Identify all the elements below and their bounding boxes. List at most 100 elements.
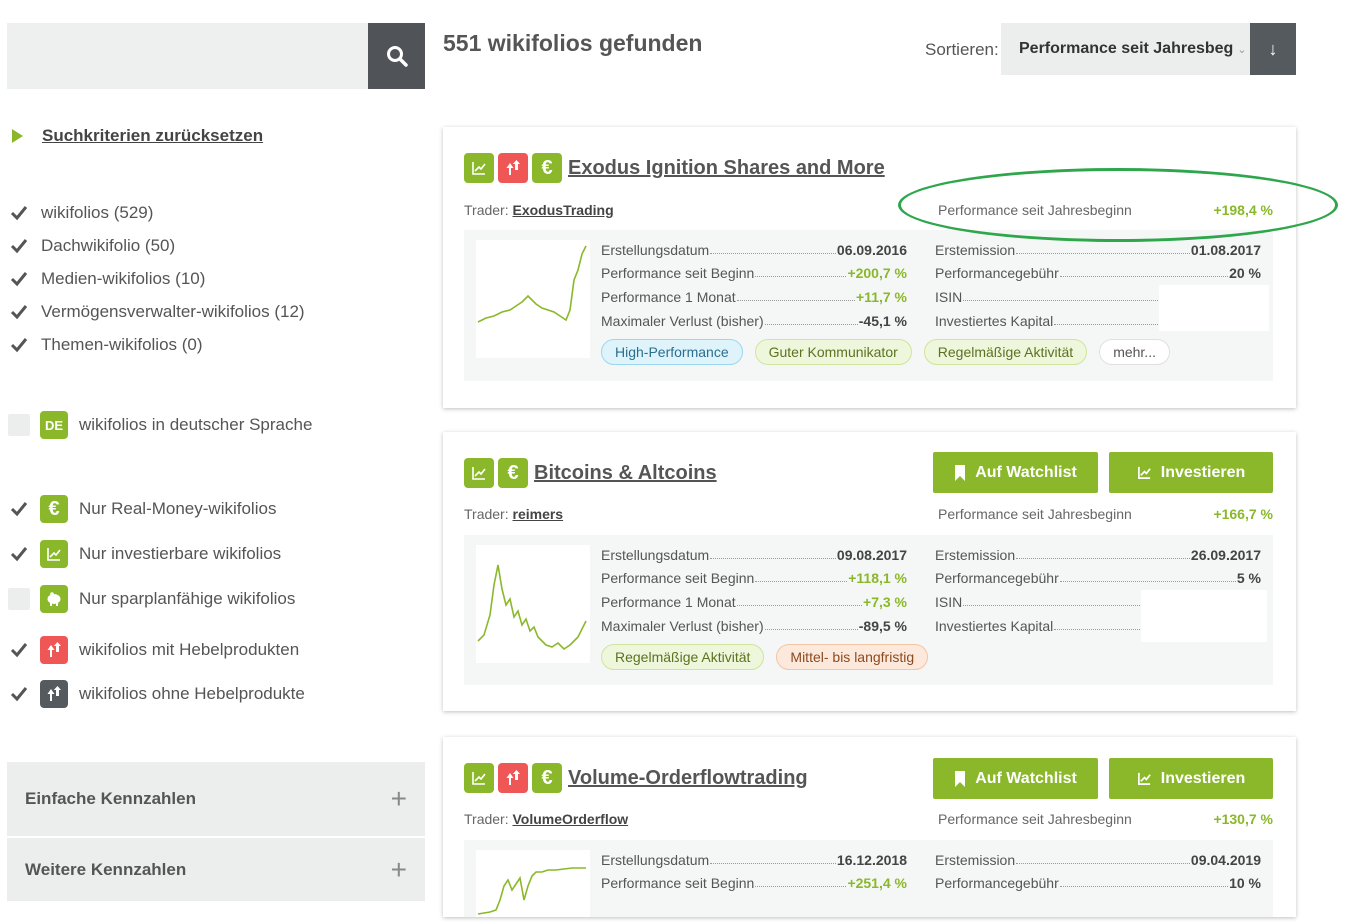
filter-checkbox[interactable] [8,414,30,436]
accordion-label: Einfache Kennzahlen [25,789,196,808]
invest-button[interactable]: Investieren [1109,758,1273,799]
sort-direction-button[interactable]: ↓ [1250,23,1296,75]
euro-icon: € [532,763,562,793]
piggy-bank-icon [40,585,68,613]
row-value: 06.09.2016 [836,242,907,258]
tag[interactable]: Guter Kommunikator [754,339,912,365]
row-created: Erstellungsdatum 16.12.2018 [601,852,907,868]
row-max-loss: Maximaler Verlust (bisher) -45,1 % [601,313,907,329]
row-perf-since-start: Performance seit Beginn +251,4 % [601,875,907,891]
reset-criteria-link[interactable]: Suchkriterien zurücksetzen [12,126,263,146]
wikifolio-card: € Volume-Orderflowtrading Auf Watchlist … [443,737,1296,917]
row-label: Performance seit Beginn [601,265,755,281]
filter-language[interactable]: DE wikifolios in deutscher Sprache [8,411,312,439]
tag[interactable]: High-Performance [601,339,743,365]
euro-icon: € [40,495,68,523]
category-medien[interactable]: Medien-wikifolios (10) [8,268,205,290]
investable-chart-icon [464,763,494,793]
invest-label: Investieren [1160,769,1246,787]
filter-real-money[interactable]: € Nur Real-Money-wikifolios [8,495,276,523]
filter-with-leverage[interactable]: wikifolios mit Hebelprodukten [8,636,299,664]
search-input[interactable] [7,23,368,89]
wikifolio-card: € Bitcoins & Altcoins Auf Watchlist Inve… [443,432,1296,711]
perf-ytd-label: Performance seit Jahresbeginn [938,506,1132,522]
checkmark-icon[interactable] [8,683,30,705]
checkmark-icon[interactable] [8,301,30,323]
tag[interactable]: Regelmäßige Aktivität [601,644,765,670]
invest-label: Investieren [1160,463,1246,481]
checkmark-icon[interactable] [8,202,30,224]
category-label: Dachwikifolio (50) [41,236,176,255]
row-label: Performancegebühr [935,875,1059,891]
category-themen[interactable]: Themen-wikifolios (0) [8,334,203,356]
row-fee: Performancegebühr 5 % [935,570,1261,586]
card-title-link[interactable]: Volume-Orderflowtrading [568,767,808,790]
trader-link[interactable]: VolumeOrderflow [513,811,629,827]
row-value: +118,1 % [848,570,907,586]
checkmark-icon[interactable] [8,235,30,257]
row-value: 20 % [1229,265,1261,281]
invest-button[interactable]: Investieren [1109,452,1273,493]
row-perf-since-start: Performance seit Beginn +118,1 % [601,570,907,586]
row-value: 26.09.2017 [1190,547,1261,563]
category-vermoegensverwalter[interactable]: Vermögensverwalter-wikifolios (12) [8,301,305,323]
perf-ytd-value: +130,7 % [1213,811,1273,827]
row-value: 01.08.2017 [1190,242,1261,258]
category-label: Vermögensverwalter-wikifolios (12) [41,302,305,321]
filter-label: wikifolios mit Hebelprodukten [79,640,300,659]
row-capital: Investiertes Kapital [935,313,1159,329]
row-issue: Erstemission 09.04.2019 [935,852,1261,868]
filter-investable[interactable]: Nur investierbare wikifolios [8,540,281,568]
trader-link[interactable]: ExodusTrading [513,202,614,218]
row-label: ISIN [935,594,963,610]
row-label: Performance seit Beginn [601,875,755,891]
sort-select-value: Performance seit Jahresbeg [1019,40,1234,57]
trader-line: Trader: ExodusTrading [464,202,614,218]
row-value: -45,1 % [858,313,907,329]
redacted-box [1141,590,1267,642]
checkmark-icon[interactable] [8,543,30,565]
add-to-watchlist-button[interactable]: Auf Watchlist [933,758,1098,799]
leverage-arrows-icon [40,636,68,664]
row-perf-since-start: Performance seit Beginn +200,7 % [601,265,907,281]
reset-criteria-label: Suchkriterien zurücksetzen [42,126,264,145]
row-label: Maximaler Verlust (bisher) [601,618,764,634]
checkmark-icon[interactable] [8,498,30,520]
card-title-link[interactable]: Exodus Ignition Shares and More [568,157,885,180]
row-label: Erstellungsdatum [601,852,710,868]
row-value: 10 % [1229,875,1261,891]
row-label: Maximaler Verlust (bisher) [601,313,764,329]
filter-checkbox[interactable] [8,588,30,610]
row-value: -89,5 % [858,618,907,634]
watchlist-label: Auf Watchlist [975,769,1077,787]
checkmark-icon[interactable] [8,334,30,356]
trader-prefix: Trader: [464,811,509,827]
investable-chart-icon [1137,466,1151,479]
accordion-more-metrics[interactable]: Weitere Kennzahlen + [7,838,425,901]
add-to-watchlist-button[interactable]: Auf Watchlist [933,452,1098,493]
filter-savings-plan[interactable]: Nur sparplanfähige wikifolios [8,585,295,613]
investable-chart-icon [464,458,494,488]
category-label: wikifolios (529) [41,203,154,222]
search-button[interactable] [368,23,425,89]
plus-icon: + [390,783,407,814]
trader-prefix: Trader: [464,506,509,522]
filter-without-leverage[interactable]: wikifolios ohne Hebelprodukte [8,680,305,708]
trader-link[interactable]: reimers [513,506,564,522]
sort-select[interactable]: Performance seit Jahresbeg ⌄ [1001,23,1250,75]
arrow-down-icon: ↓ [1268,38,1278,59]
filter-label: Nur sparplanfähige wikifolios [79,589,296,608]
accordion-simple-metrics[interactable]: Einfache Kennzahlen + [7,762,425,836]
bookmark-icon [955,770,966,787]
tag[interactable]: Regelmäßige Aktivität [923,339,1088,365]
checkmark-icon[interactable] [8,268,30,290]
row-fee: Performancegebühr 20 % [935,265,1261,281]
tag[interactable]: Mittel- bis langfristig [776,644,929,670]
perf-ytd-label: Performance seit Jahresbeginn [938,811,1132,827]
more-tags-button[interactable]: mehr... [1099,339,1170,365]
card-title-link[interactable]: Bitcoins & Altcoins [534,462,717,485]
checkmark-icon[interactable] [8,639,30,661]
category-dachwikifolio[interactable]: Dachwikifolio (50) [8,235,175,257]
category-wikifolios[interactable]: wikifolios (529) [8,202,153,224]
row-label: Performance 1 Monat [601,289,736,305]
